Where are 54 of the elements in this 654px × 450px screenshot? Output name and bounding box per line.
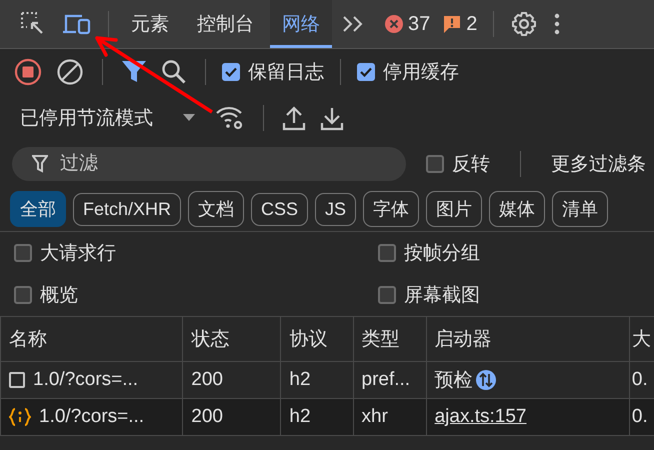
column-header[interactable]: 类型	[353, 316, 426, 362]
type-filter-chip[interactable]: JS	[315, 192, 356, 226]
status-text: 200	[191, 369, 223, 390]
checkbox-label: 停用缓存	[383, 61, 459, 85]
checkbox[interactable]	[426, 155, 444, 173]
more-filters-dropdown[interactable]: 更多过滤条	[551, 151, 646, 177]
record-icon[interactable]	[12, 56, 44, 88]
type-filter-chip[interactable]: 清单	[552, 191, 608, 227]
checkbox[interactable]	[378, 244, 396, 262]
checkbox-label: 反转	[452, 153, 490, 177]
type-filter-chip[interactable]: 媒体	[489, 191, 546, 227]
checkbox-label: 概览	[40, 284, 78, 308]
checkbox[interactable]	[357, 63, 375, 81]
checkbox-label: 屏幕截图	[404, 284, 480, 308]
braces-icon	[9, 407, 31, 427]
checkbox[interactable]	[222, 63, 240, 81]
column-header[interactable]: 启动器	[426, 316, 630, 362]
column-header[interactable]: 名称	[0, 316, 183, 362]
type-filter-chip[interactable]: CSS	[251, 192, 308, 226]
checkbox-label: 大请求行	[40, 242, 116, 266]
error-count: 37	[408, 12, 430, 36]
checkbox[interactable]	[14, 286, 32, 304]
size-text: 0.	[632, 406, 648, 427]
panel-tab[interactable]: 网络	[270, 0, 332, 48]
panel-tab[interactable]: 元素	[119, 0, 181, 48]
caret-icon	[183, 114, 195, 122]
warning-count: 2	[466, 12, 478, 36]
protocol-text: h2	[289, 369, 311, 390]
panel-tab[interactable]: 控制台	[185, 0, 266, 48]
type-text: pref...	[362, 369, 410, 390]
filter-field[interactable]: 过滤	[12, 147, 406, 181]
type-text: xhr	[362, 406, 388, 427]
checkbox[interactable]	[378, 286, 396, 304]
column-header[interactable]: 状态	[182, 316, 281, 362]
checkbox-label: 保留日志	[248, 61, 324, 85]
warning-icon	[442, 14, 462, 34]
filter-icon	[32, 155, 48, 173]
preflight-icon	[474, 369, 497, 391]
column-header[interactable]: 大	[629, 316, 654, 362]
initiator-text: 预检	[434, 369, 473, 393]
type-filter-chip[interactable]: 图片	[426, 191, 482, 227]
column-header[interactable]: 协议	[280, 316, 353, 362]
protocol-text: h2	[289, 406, 311, 427]
type-filter-chip[interactable]: Fetch/XHR	[73, 192, 182, 226]
throttling-dropdown[interactable]: 已停用节流模式	[12, 105, 203, 131]
status-text: 200	[191, 406, 223, 427]
document-icon	[9, 372, 25, 388]
type-filter-chip[interactable]: 文档	[188, 191, 244, 227]
type-filter-chip[interactable]: 字体	[363, 191, 420, 227]
type-filter-chip[interactable]: 全部	[10, 191, 66, 227]
checkbox[interactable]	[14, 244, 32, 262]
checkbox-label: 按帧分组	[404, 242, 480, 266]
size-text: 0.	[632, 369, 648, 390]
error-icon	[384, 14, 404, 34]
